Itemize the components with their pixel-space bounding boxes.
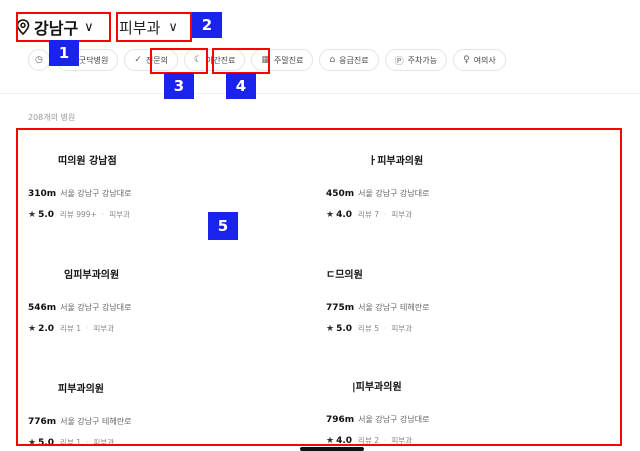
highlight-box-department — [116, 12, 192, 42]
annotation-badge-1: 1 — [49, 40, 79, 66]
result-count: 208개의 병원 — [28, 113, 76, 122]
highlight-box-specialist — [150, 48, 208, 74]
highlight-box-location — [16, 12, 111, 42]
highlight-box-results — [16, 128, 622, 446]
annotation-badge-2: 2 — [192, 12, 222, 38]
parking-icon: Ⓟ — [394, 56, 404, 67]
highlight-box-night — [212, 48, 270, 74]
filter-chip-female-doctor[interactable]: ♀ 여의사 — [453, 49, 506, 71]
annotation-badge-3: 3 — [164, 73, 194, 99]
siren-icon: ⌂ — [329, 55, 336, 65]
filter-chip-parking[interactable]: Ⓟ 주차가능 — [384, 49, 448, 71]
check-circle-icon: ✓ — [134, 55, 142, 65]
clock-icon: ◷ — [35, 55, 43, 65]
filter-chip-emergency[interactable]: ⌂ 응급진료 — [319, 49, 379, 71]
divider — [0, 93, 640, 94]
home-indicator — [300, 447, 364, 451]
annotation-badge-4: 4 — [226, 73, 256, 99]
annotation-badge-5: 5 — [208, 212, 238, 240]
filter-chip-open-now[interactable]: ◷ — [28, 49, 50, 71]
female-doctor-icon: ♀ — [463, 55, 470, 65]
